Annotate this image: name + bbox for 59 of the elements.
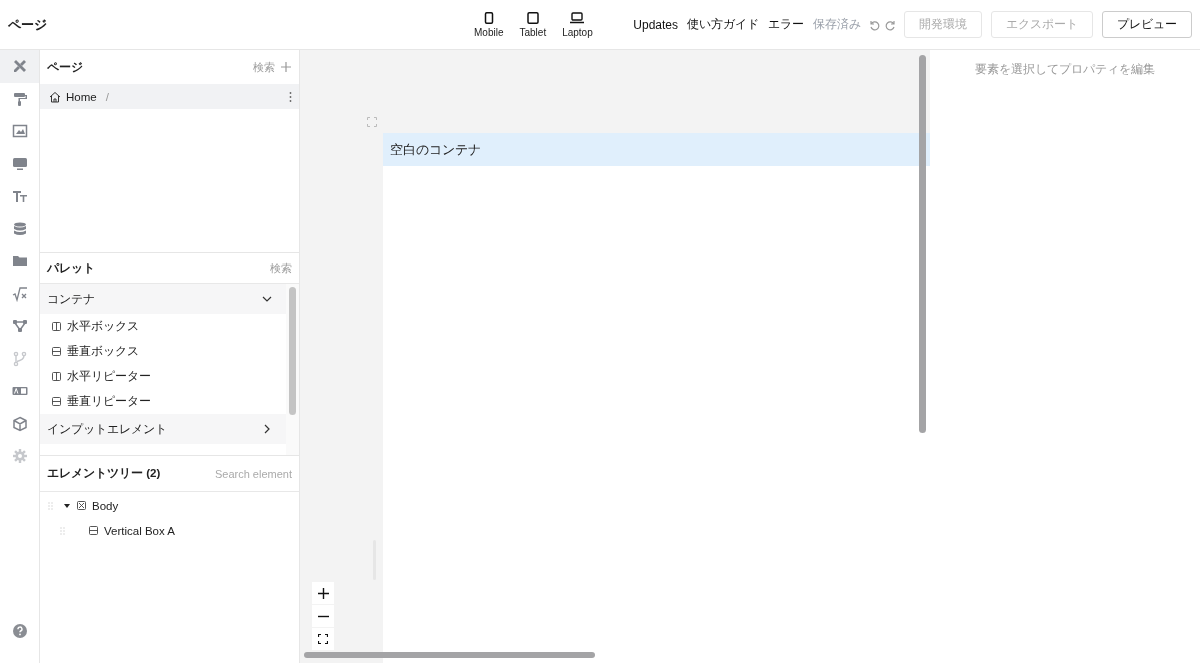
scrollbar-thumb[interactable] <box>289 287 296 415</box>
paint-icon <box>11 90 28 107</box>
chevron-down-icon <box>262 294 272 304</box>
tree-node[interactable]: Vertical Box A <box>40 518 299 543</box>
body-icon <box>77 501 86 510</box>
header-link[interactable]: 使い方ガイド <box>687 16 759 33</box>
empty-container[interactable]: 空白のコンテナ <box>383 133 930 166</box>
rows-icon <box>89 526 98 535</box>
device-button[interactable]: Laptop <box>560 11 595 38</box>
header-link[interactable]: エラー <box>768 16 804 33</box>
image-icon <box>11 123 28 140</box>
header-button[interactable]: プレビュー <box>1102 11 1192 38</box>
formula-icon <box>11 285 28 302</box>
help-icon[interactable] <box>12 624 27 638</box>
section-title: エレメントツリー (2) <box>47 466 161 481</box>
sidebar-tool-button[interactable] <box>0 50 39 83</box>
tree-node[interactable]: Body <box>40 493 299 518</box>
phone-icon <box>483 11 494 24</box>
palette-item[interactable]: 水平ボックス <box>40 314 286 339</box>
add-icon[interactable] <box>281 62 291 72</box>
laptop-icon <box>570 11 585 24</box>
columns-icon <box>52 372 61 381</box>
cube-icon <box>11 415 28 432</box>
columns-icon <box>52 322 61 331</box>
plus-icon <box>317 587 329 599</box>
branch-icon <box>11 350 28 367</box>
empty-state-text: 要素を選択してプロパティを編集 <box>974 61 1156 78</box>
device-button[interactable]: Tablet <box>517 11 549 38</box>
database-icon <box>11 220 28 237</box>
caret-down-icon[interactable] <box>63 501 71 510</box>
header-link[interactable]: Updates <box>633 17 678 32</box>
section-title: パレット <box>47 260 95 276</box>
palette-item[interactable]: 水平リピーター <box>40 364 286 389</box>
redo-icon[interactable] <box>885 18 897 31</box>
scrollbar-thumb[interactable] <box>304 652 595 658</box>
rows-icon <box>52 347 61 356</box>
chevron-right-icon <box>262 424 272 434</box>
undo-icon[interactable] <box>868 18 880 31</box>
palette-item[interactable]: 垂直リピーター <box>40 389 286 414</box>
tablet-icon <box>526 11 539 24</box>
device-button[interactable]: Mobile <box>472 11 506 38</box>
rows-icon <box>52 397 61 406</box>
more-icon[interactable] <box>289 91 292 102</box>
palette-item[interactable]: 垂直ボックス <box>40 339 286 364</box>
fit-screen-button[interactable] <box>312 628 334 650</box>
page-item[interactable]: Home / <box>40 84 299 109</box>
expand-icon <box>318 634 328 644</box>
section-title: ページ <box>47 59 83 75</box>
save-status: 保存済み <box>813 17 861 32</box>
scrollbar-thumb[interactable] <box>919 55 926 433</box>
zoom-in-button[interactable] <box>312 582 334 604</box>
palette-group[interactable]: コンテナ <box>40 284 286 314</box>
palette-group[interactable]: インプットエレメント <box>40 414 286 444</box>
page-title: ページ <box>8 15 48 34</box>
zoom-out-button[interactable] <box>312 605 334 627</box>
monitor-icon <box>11 155 28 172</box>
graph-icon <box>11 318 28 335</box>
text-icon <box>11 188 28 205</box>
home-icon <box>49 90 61 103</box>
